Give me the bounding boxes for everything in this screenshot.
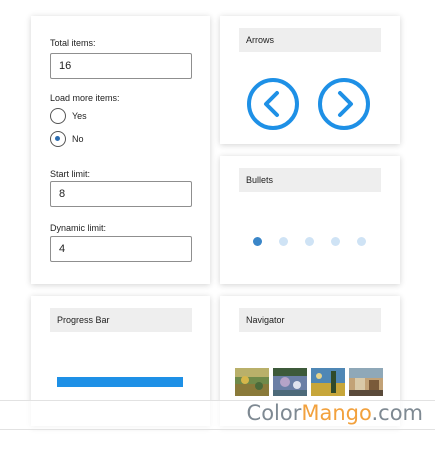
thumbnail-image[interactable]: [273, 368, 307, 396]
chevron-right-circle-icon[interactable]: [317, 77, 371, 131]
total-items-input[interactable]: 16: [50, 53, 192, 79]
thumbnail-image[interactable]: [311, 368, 345, 396]
chevron-left-circle-icon[interactable]: [246, 77, 300, 131]
arrows-header: Arrows: [239, 28, 381, 52]
start-limit-label: Start limit:: [50, 169, 91, 179]
watermark-text: ColorMango.com: [247, 401, 423, 425]
watermark-part-color: Color: [246, 401, 302, 425]
load-more-no-label: No: [72, 134, 84, 144]
load-more-label: Load more items:: [50, 93, 120, 103]
bullet[interactable]: [331, 237, 340, 246]
navigator-header: Navigator: [239, 308, 381, 332]
settings-panel: Total items: 16 Load more items: Yes No …: [31, 16, 210, 284]
watermark-part-domain: .com: [371, 401, 423, 425]
total-items-label: Total items:: [50, 38, 96, 48]
arrows-panel: Arrows: [220, 16, 400, 144]
start-limit-input[interactable]: 8: [50, 181, 192, 207]
dynamic-limit-input[interactable]: 4: [50, 236, 192, 262]
thumbnail-image[interactable]: [349, 368, 383, 396]
thumbnail-image[interactable]: [235, 368, 269, 396]
bullet[interactable]: [305, 237, 314, 246]
bullets-panel: Bullets: [220, 156, 400, 284]
bullet-active[interactable]: [253, 237, 262, 246]
progress-track: [57, 377, 183, 387]
bullet-pagination: [220, 237, 400, 247]
progress-header: Progress Bar: [50, 308, 192, 332]
bullet[interactable]: [357, 237, 366, 246]
bullet[interactable]: [279, 237, 288, 246]
load-more-yes-label: Yes: [72, 111, 87, 121]
load-more-yes-radio[interactable]: [50, 108, 66, 124]
navigator-thumbnails: [235, 368, 385, 396]
bullets-header: Bullets: [239, 168, 381, 192]
load-more-no-radio[interactable]: [50, 131, 66, 147]
progress-fill: [57, 377, 183, 387]
watermark-part-mango: Mango: [301, 401, 372, 425]
dynamic-limit-label: Dynamic limit:: [50, 223, 107, 233]
